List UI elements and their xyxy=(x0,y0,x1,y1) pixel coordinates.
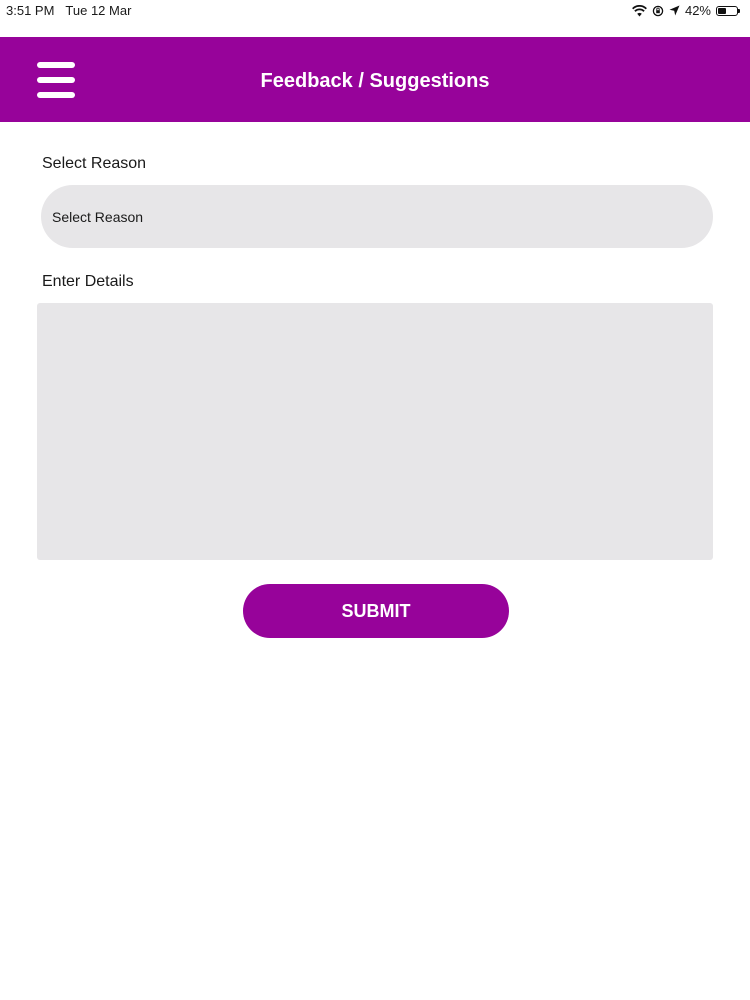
battery-level xyxy=(718,7,726,14)
reason-select[interactable]: Select Reason xyxy=(41,185,713,248)
app-header: Feedback / Suggestions xyxy=(0,37,750,122)
reason-select-value: Select Reason xyxy=(52,209,144,225)
wifi-icon xyxy=(632,4,647,17)
battery-icon xyxy=(716,5,740,16)
status-time: 3:51 PM xyxy=(6,3,55,18)
details-textarea[interactable] xyxy=(37,303,713,560)
status-bar: 3:51 PM Tue 12 Mar 42% xyxy=(0,0,750,37)
location-arrow-icon xyxy=(669,5,680,16)
battery-percent: 42% xyxy=(684,3,711,18)
status-date: Tue 12 Mar xyxy=(65,3,132,18)
reason-label: Select Reason xyxy=(42,155,147,172)
rotation-lock-icon xyxy=(652,5,664,17)
page-title: Feedback / Suggestions xyxy=(260,70,490,92)
details-label: Enter Details xyxy=(42,273,134,290)
submit-button[interactable]: SUBMIT xyxy=(243,584,509,638)
